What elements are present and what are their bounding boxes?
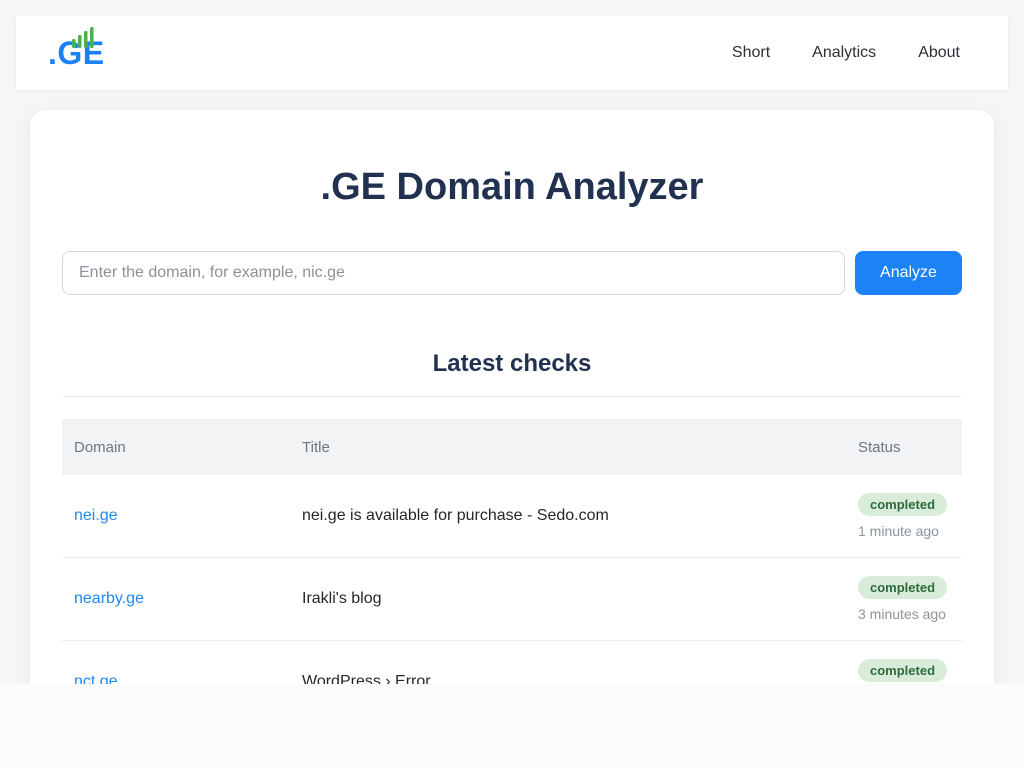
search-row: Analyze bbox=[62, 251, 962, 295]
page: .GE Short Analytics About .GE Domain Ana… bbox=[0, 0, 1024, 768]
domain-search-input[interactable] bbox=[62, 251, 845, 295]
app-header: .GE Short Analytics About bbox=[16, 16, 1008, 90]
status-badge: completed bbox=[858, 659, 947, 682]
status-time: 1 minute ago bbox=[858, 523, 939, 539]
page-bottom-area bbox=[0, 684, 1024, 768]
check-title: Irakli's blog bbox=[302, 590, 382, 607]
column-header-domain: Domain bbox=[62, 439, 290, 456]
logo-chart-icon bbox=[72, 26, 98, 55]
nav-item-short[interactable]: Short bbox=[732, 44, 770, 62]
page-title: .GE Domain Analyzer bbox=[62, 166, 962, 209]
domain-link[interactable]: nct.ge bbox=[74, 673, 118, 684]
latest-checks-heading: Latest checks bbox=[62, 350, 962, 378]
status-badge: completed bbox=[858, 576, 947, 599]
check-title: nei.ge is available for purchase - Sedo.… bbox=[302, 507, 609, 524]
status-badge: completed bbox=[858, 493, 947, 516]
section-divider bbox=[62, 396, 962, 397]
domain-link[interactable]: nearby.ge bbox=[74, 590, 144, 607]
latest-checks-table: Domain Title Status nei.ge nei.ge is ava… bbox=[62, 419, 962, 684]
check-title: WordPress › Error bbox=[302, 673, 431, 684]
nav-item-about[interactable]: About bbox=[918, 44, 960, 62]
main-nav: Short Analytics About bbox=[690, 44, 960, 62]
logo[interactable]: .GE bbox=[48, 35, 105, 72]
table-row: nearby.ge Irakli's blog completed 3 minu… bbox=[62, 558, 962, 641]
table-header-row: Domain Title Status bbox=[62, 419, 962, 475]
main-card: .GE Domain Analyzer Analyze Latest check… bbox=[30, 110, 994, 684]
table-row: nct.ge WordPress › Error completed 5 min… bbox=[62, 641, 962, 684]
page-background: .GE Short Analytics About .GE Domain Ana… bbox=[0, 0, 1024, 684]
column-header-title: Title bbox=[290, 439, 846, 456]
analyze-button[interactable]: Analyze bbox=[855, 251, 962, 295]
status-time: 3 minutes ago bbox=[858, 606, 946, 622]
nav-item-analytics[interactable]: Analytics bbox=[812, 44, 876, 62]
column-header-status: Status bbox=[846, 439, 962, 456]
domain-link[interactable]: nei.ge bbox=[74, 507, 118, 524]
table-row: nei.ge nei.ge is available for purchase … bbox=[62, 475, 962, 558]
